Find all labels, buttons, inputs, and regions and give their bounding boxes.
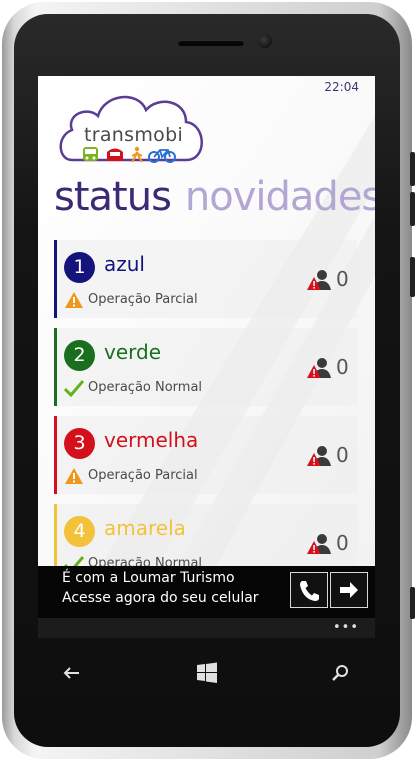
transmobi-logo: transmobi (54, 86, 209, 166)
warning-icon (65, 468, 83, 484)
earpiece-speaker (178, 40, 244, 46)
ad-open-button[interactable] (330, 572, 368, 608)
line-number-badge: 3 (64, 428, 95, 459)
more-options-icon[interactable]: ••• (333, 620, 359, 635)
pivot-header: status novidades (54, 174, 375, 220)
volume-down-button (410, 192, 415, 226)
app-screen: 22:04 transmobi status novidades 1 azul … (38, 76, 375, 636)
line-color-bar (54, 416, 57, 494)
walk-icon (131, 146, 143, 163)
power-button (410, 257, 415, 297)
train-icon (107, 148, 123, 161)
warning-icon (65, 292, 83, 308)
line-name: amarela (104, 516, 186, 540)
list-item[interactable]: 3 vermelha Operação Parcial 0 (54, 416, 357, 494)
user-alert-icon (307, 446, 331, 466)
ad-line-2: Acesse agora do seu celular (62, 590, 259, 606)
clock: 22:04 (324, 80, 359, 94)
line-status: Operação Normal (88, 380, 203, 395)
report-count: 0 (336, 531, 349, 555)
line-number-badge: 4 (64, 516, 95, 547)
report-count: 0 (336, 355, 349, 379)
windows-logo-icon[interactable] (194, 662, 220, 684)
bus-icon (83, 147, 98, 161)
line-name: verde (104, 340, 162, 364)
transport-icons (83, 146, 176, 163)
list-item[interactable]: 1 azul Operação Parcial 0 (54, 240, 357, 318)
lines-list: 1 azul Operação Parcial 0 2 verde Operaç… (54, 240, 357, 592)
report-count: 0 (336, 443, 349, 467)
line-name: vermelha (104, 428, 199, 452)
back-arrow-icon[interactable] (59, 662, 85, 684)
search-icon[interactable] (328, 662, 354, 684)
line-number-badge: 2 (64, 340, 95, 371)
line-status: Operação Parcial (88, 468, 198, 483)
line-status: Operação Parcial (88, 292, 198, 307)
bike-icon (148, 149, 176, 163)
report-count: 0 (336, 267, 349, 291)
tab-status[interactable]: status (54, 174, 172, 220)
ad-line-1: É com a Loumar Turismo (62, 570, 235, 586)
logo-text: transmobi (84, 124, 184, 146)
ad-call-button[interactable] (290, 572, 328, 608)
volume-up-button (410, 152, 415, 186)
tab-novidades[interactable]: novidades (185, 174, 375, 220)
camera-button (410, 587, 415, 619)
ad-banner[interactable]: É com a Loumar Turismo Acesse agora do s… (38, 566, 375, 618)
line-name: azul (104, 252, 145, 276)
user-alert-icon (307, 358, 331, 378)
list-item[interactable]: 2 verde Operação Normal 0 (54, 328, 357, 406)
app-bar: ••• (38, 618, 375, 638)
line-color-bar (54, 328, 57, 406)
user-alert-icon (307, 270, 331, 290)
line-color-bar (54, 240, 57, 318)
user-alert-icon (307, 534, 331, 554)
line-number-badge: 1 (64, 252, 95, 283)
arrow-right-icon (340, 582, 358, 598)
check-icon (64, 380, 84, 397)
phone-icon (300, 581, 319, 601)
front-camera (258, 34, 272, 48)
